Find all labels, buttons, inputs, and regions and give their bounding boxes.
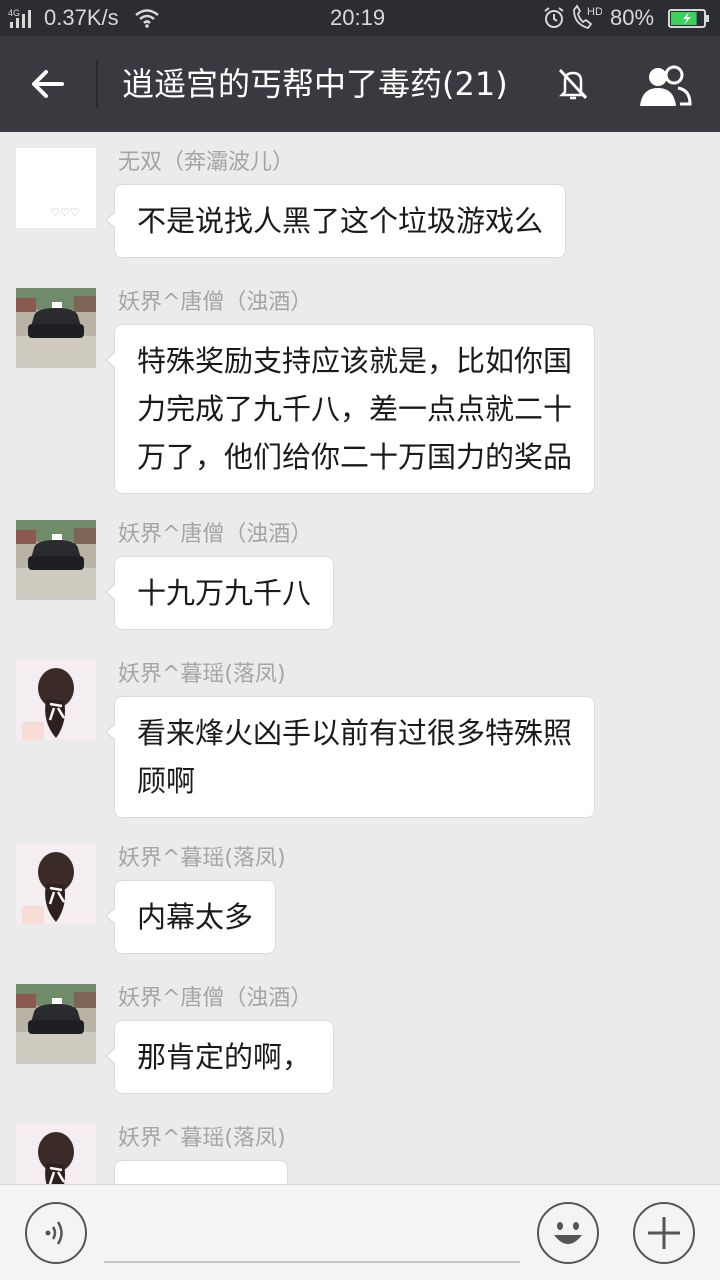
input-bar xyxy=(0,1184,720,1280)
avatar-hearts: ♡♡♡ xyxy=(50,206,80,219)
avatar[interactable] xyxy=(16,844,96,924)
avatar[interactable] xyxy=(16,660,96,740)
sender-name: 妖界^暮瑶(落凤) xyxy=(118,846,286,871)
sender-name: 妖界^暮瑶(落凤) xyxy=(118,1126,286,1151)
message-list[interactable]: ♡♡♡ 无双（奔灞波儿） 不是说找人黑了这个垃圾游戏么 妖界^唐僧（浊酒） 特殊… xyxy=(0,132,720,1184)
hd-badge: HD xyxy=(587,6,602,18)
message-bubble[interactable]: 看来烽火凶手以前有过很多特殊照 顾啊 xyxy=(104,696,596,818)
battery-percent: 80% xyxy=(610,5,655,30)
status-bar: 4G 0.37K/s 20:19 HD 80% xyxy=(0,0,720,36)
message-item: 妖界^暮瑶(落凤) 看来烽火凶手以前有过很多特殊照 顾啊 xyxy=(0,660,720,820)
message-bubble[interactable] xyxy=(114,1160,288,1184)
mute-icon xyxy=(558,69,588,100)
message-item: 妖界^唐僧（浊酒） 特殊奖励支持应该就是，比如你国 力完成了九千八，差一点点就二… xyxy=(0,288,720,498)
car-photo-avatar xyxy=(16,288,96,368)
message-item: 妖界^唐僧（浊酒） 十九万九千八 xyxy=(0,520,720,636)
network-speed: 0.37K/s xyxy=(44,5,119,30)
signal-icon: 4G xyxy=(8,8,31,28)
message-item: 妖界^暮瑶(落凤) 内幕太多 xyxy=(0,844,720,960)
voice-icon[interactable] xyxy=(24,1201,88,1265)
message-item: 妖界^唐僧（浊酒） 那肯定的啊， xyxy=(0,984,720,1100)
message-bubble[interactable]: 十九万九千八 xyxy=(104,556,335,630)
message-bubble[interactable]: 内幕太多 xyxy=(104,880,277,954)
hd-call-icon: HD xyxy=(573,4,602,30)
avatar[interactable] xyxy=(16,984,96,1064)
wifi-icon xyxy=(135,9,159,28)
girl-photo-avatar xyxy=(16,844,96,924)
girl-photo-avatar xyxy=(16,660,96,740)
message-bubble[interactable]: 特殊奖励支持应该就是，比如你国 力完成了九千八，差一点点就二十 万了，他们给你二… xyxy=(104,324,596,494)
sender-name: 妖界^唐僧（浊酒） xyxy=(118,522,313,547)
group-title: 逍遥宫的丐帮中了毒药(21) xyxy=(122,65,508,103)
message-item: 妖界^暮瑶(落凤) xyxy=(0,1124,720,1184)
header-divider xyxy=(96,60,98,108)
sender-name: 无双（奔灞波儿） xyxy=(118,150,295,175)
avatar[interactable] xyxy=(16,1124,96,1184)
emoji-icon[interactable] xyxy=(536,1201,600,1265)
clock: 20:19 xyxy=(330,5,386,30)
car-photo-avatar xyxy=(16,520,96,600)
sender-name: 妖界^唐僧（浊酒） xyxy=(118,986,313,1011)
chat-header: 逍遥宫的丐帮中了毒药(21) xyxy=(0,36,720,132)
message-item: ♡♡♡ 无双（奔灞波儿） 不是说找人黑了这个垃圾游戏么 xyxy=(0,148,720,264)
sender-name: 妖界^唐僧（浊酒） xyxy=(118,290,313,315)
battery-charging-icon xyxy=(668,9,709,28)
avatar[interactable]: ♡♡♡ xyxy=(16,148,96,228)
network-type: 4G xyxy=(8,8,20,18)
message-bubble[interactable]: 那肯定的啊， xyxy=(104,1020,335,1094)
girl-photo-avatar xyxy=(16,1124,96,1184)
alarm-icon xyxy=(544,7,564,28)
plus-icon[interactable] xyxy=(632,1201,696,1265)
avatar[interactable] xyxy=(16,288,96,368)
message-input[interactable] xyxy=(104,1207,520,1263)
avatar[interactable] xyxy=(16,520,96,600)
sender-name: 妖界^暮瑶(落凤) xyxy=(118,662,286,687)
back-arrow-icon[interactable] xyxy=(28,64,68,104)
car-photo-avatar xyxy=(16,984,96,1064)
group-members-icon[interactable] xyxy=(636,64,692,108)
message-bubble[interactable]: 不是说找人黑了这个垃圾游戏么 xyxy=(104,184,567,258)
